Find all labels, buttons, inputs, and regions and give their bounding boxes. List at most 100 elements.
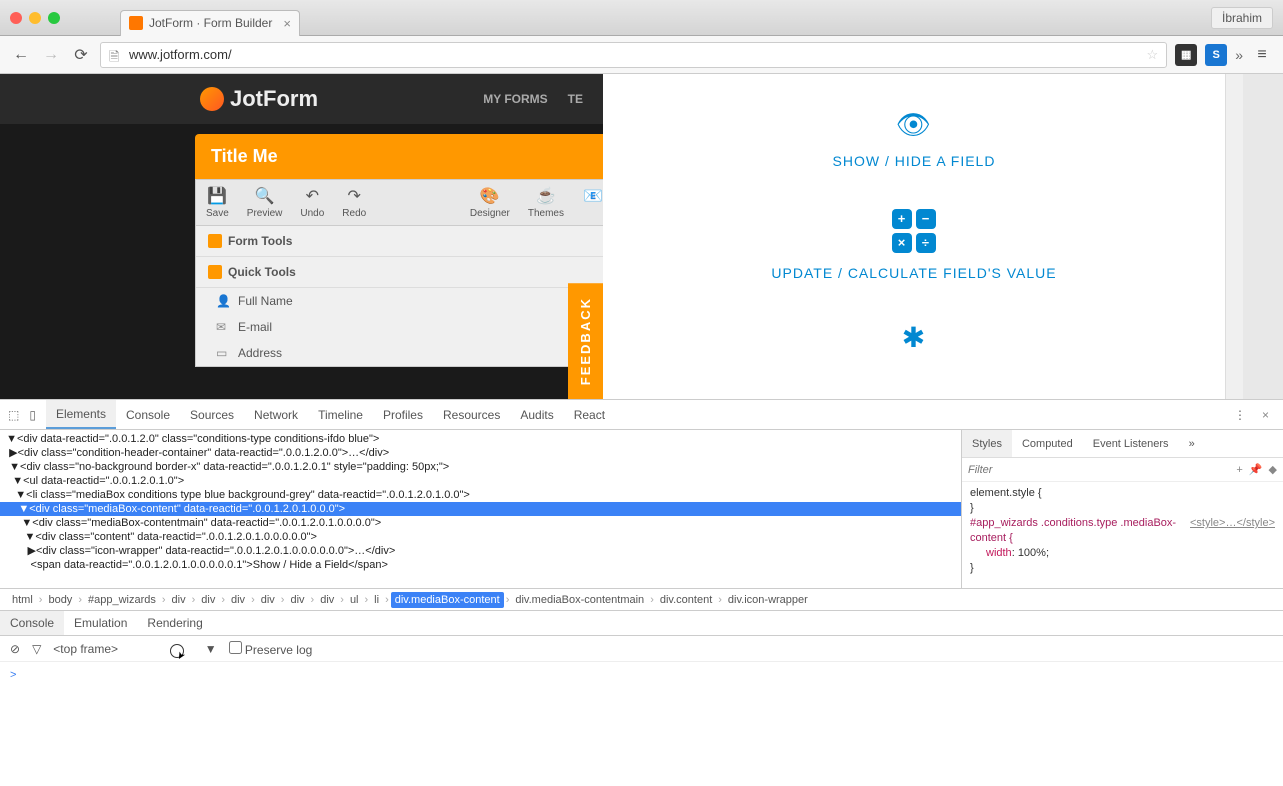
nav-myforms[interactable]: MY FORMS <box>483 92 547 106</box>
tool-fullname[interactable]: 👤Full Name <box>196 288 603 314</box>
email-icon: ✉ <box>216 320 230 334</box>
device-mode-icon[interactable]: ▯ <box>29 408 36 422</box>
dom-line: ▼<div class="mediaBox-contentmain" data-… <box>0 516 961 530</box>
extension-1-icon[interactable]: ▦ <box>1175 44 1197 66</box>
tab-elements[interactable]: Elements <box>46 400 116 429</box>
url-text: www.jotform.com/ <box>129 47 232 62</box>
themes-icon: ☕ <box>535 186 557 206</box>
add-rule-icon[interactable]: + <box>1236 464 1242 476</box>
tab-resources[interactable]: Resources <box>433 400 510 429</box>
drawer-emulation-tab[interactable]: Emulation <box>64 611 137 635</box>
designer-button[interactable]: 🎨Designer <box>466 184 514 221</box>
asterisk-icon: ✱ <box>902 321 926 354</box>
extension-2-icon[interactable]: S <box>1205 44 1227 66</box>
hamburger-menu-icon[interactable]: ≡ <box>1251 44 1273 66</box>
pin-icon[interactable]: 📌 <box>1249 463 1263 476</box>
form-title[interactable]: Title Me <box>195 134 603 179</box>
minimize-window-button[interactable] <box>29 12 41 24</box>
logo-pen-icon <box>200 87 224 111</box>
maximize-window-button[interactable] <box>48 12 60 24</box>
condition-calculate[interactable]: +−×÷ UPDATE / CALCULATE FIELD'S VALUE <box>771 209 1056 281</box>
close-window-button[interactable] <box>10 12 22 24</box>
rule-brace: } <box>970 501 1275 516</box>
tool-email[interactable]: ✉E-mail <box>196 314 603 340</box>
frame-selector[interactable]: <top frame> ▼ <box>53 642 216 656</box>
devtools-menu-icon[interactable]: ⋮ <box>1234 408 1246 422</box>
tab-network[interactable]: Network <box>244 400 308 429</box>
feedback-tab[interactable]: FEEDBACK <box>568 283 603 399</box>
console-prompt: > <box>10 669 16 681</box>
back-button[interactable]: ← <box>10 44 32 66</box>
devtools-panel: ⬚ ▯ Elements Console Sources Network Tim… <box>0 399 1283 786</box>
drawer-console-tab[interactable]: Console <box>0 611 64 635</box>
dom-tree[interactable]: ▼<div data-reactid=".0.0.1.2.0" class="c… <box>0 430 961 588</box>
tool-address[interactable]: ▭Address <box>196 340 603 366</box>
save-button[interactable]: 💾Save <box>202 184 233 221</box>
redo-button[interactable]: ↷Redo <box>338 184 370 221</box>
publish-icon: 📧 <box>582 186 603 206</box>
condition-required[interactable]: ✱ <box>902 321 926 366</box>
browser-tab[interactable]: JotForm · Form Builder × <box>120 10 300 36</box>
styles-tab-styles[interactable]: Styles <box>962 430 1012 457</box>
tab-title: JotForm · Form Builder <box>149 16 272 30</box>
preserve-log-checkbox[interactable]: Preserve log <box>229 641 313 657</box>
styles-filter-row: + 📌 ◆ <box>962 458 1283 482</box>
eye-icon: 👁 <box>833 108 996 141</box>
tab-react[interactable]: React <box>564 400 615 429</box>
tab-audits[interactable]: Audits <box>510 400 563 429</box>
page-viewport: JotForm MY FORMS TE Title Me 💾Save 🔍Prev… <box>0 74 1283 399</box>
tab-timeline[interactable]: Timeline <box>308 400 373 429</box>
styles-tabs: Styles Computed Event Listeners » <box>962 430 1283 458</box>
tab-console[interactable]: Console <box>116 400 180 429</box>
extensions-overflow-icon[interactable]: » <box>1235 47 1243 63</box>
filter-console-icon[interactable]: ▽ <box>32 642 41 656</box>
styles-tab-listeners[interactable]: Event Listeners <box>1083 430 1179 457</box>
nav-templates[interactable]: TE <box>568 92 583 106</box>
reload-button[interactable]: ⟳ <box>70 44 92 66</box>
bookmark-star-icon[interactable]: ☆ <box>1147 47 1159 63</box>
tab-profiles[interactable]: Profiles <box>373 400 433 429</box>
logo-text: JotForm <box>230 86 318 112</box>
devtools-main: ▼<div data-reactid=".0.0.1.2.0" class="c… <box>0 430 1283 588</box>
site-nav: MY FORMS TE <box>483 92 583 106</box>
site-header: JotForm MY FORMS TE <box>0 74 603 124</box>
jotform-logo[interactable]: JotForm <box>200 86 318 112</box>
toolbar-row: ← → ⟳ 🗎 www.jotform.com/ ☆ ▦ S » ≡ <box>0 36 1283 74</box>
themes-button[interactable]: ☕Themes <box>524 184 568 221</box>
drawer-rendering-tab[interactable]: Rendering <box>137 611 212 635</box>
color-icon[interactable]: ◆ <box>1269 463 1277 476</box>
forward-button[interactable]: → <box>40 44 62 66</box>
tab-sources[interactable]: Sources <box>180 400 244 429</box>
site-info-icon[interactable]: 🗎 <box>109 48 123 62</box>
condition-showhide[interactable]: 👁 SHOW / HIDE A FIELD <box>833 108 996 169</box>
console-body[interactable]: > <box>0 662 1283 786</box>
address-bar[interactable]: 🗎 www.jotform.com/ ☆ <box>100 42 1167 68</box>
quick-tools-header[interactable]: Quick Tools <box>196 257 603 288</box>
preview-button[interactable]: 🔍Preview <box>243 184 287 221</box>
form-tools-header[interactable]: Form Tools <box>196 226 603 257</box>
dom-line: ▼<div class="content" data-reactid=".0.0… <box>0 530 961 544</box>
styles-filter-input[interactable] <box>968 464 1230 476</box>
dom-line: ▼<div class="no-background border-x" dat… <box>0 460 961 474</box>
drawer-tabs: Console Emulation Rendering <box>0 610 1283 636</box>
preview-icon: 🔍 <box>254 186 276 206</box>
styles-tab-more[interactable]: » <box>1179 430 1205 457</box>
styles-panel: Styles Computed Event Listeners » + 📌 ◆ … <box>961 430 1283 588</box>
redo-icon: ↷ <box>343 186 365 206</box>
tab-close-icon[interactable]: × <box>283 16 291 31</box>
styles-tab-computed[interactable]: Computed <box>1012 430 1083 457</box>
scrollbar[interactable] <box>1226 74 1243 399</box>
dom-line: ▶<div class="icon-wrapper" data-reactid=… <box>0 544 961 558</box>
profile-button[interactable]: İbrahim <box>1211 7 1273 29</box>
undo-button[interactable]: ↶Undo <box>296 184 328 221</box>
inspect-icon[interactable]: ⬚ <box>8 408 19 422</box>
form-builder-panel: Title Me 💾Save 🔍Preview ↶Undo ↷Redo 🎨Des… <box>195 134 603 367</box>
dom-breadcrumb[interactable]: html› body› #app_wizards› div› div› div›… <box>0 588 1283 610</box>
dom-line-selected: ▼<div class="mediaBox-content" data-reac… <box>0 502 961 516</box>
css-rules[interactable]: element.style { } <style>…</style>#app_w… <box>962 482 1283 580</box>
clear-console-icon[interactable]: ⊘ <box>10 642 20 656</box>
traffic-lights <box>10 12 60 24</box>
publish-button[interactable]: 📧 <box>578 184 603 221</box>
devtools-close-icon[interactable]: × <box>1256 408 1275 422</box>
devtools-tabs: ⬚ ▯ Elements Console Sources Network Tim… <box>0 400 1283 430</box>
